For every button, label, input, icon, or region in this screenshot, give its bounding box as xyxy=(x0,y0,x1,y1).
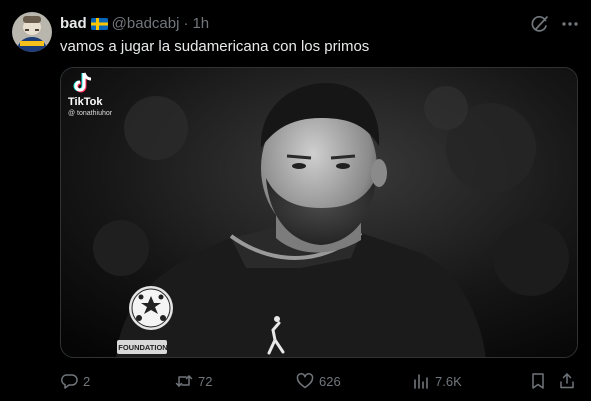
views-count: 7.6K xyxy=(435,373,462,389)
tiktok-watermark: TikTok @ tonathiuhor xyxy=(65,72,145,118)
grok-icon[interactable] xyxy=(530,14,550,34)
reply-count: 2 xyxy=(83,373,91,389)
heart-icon xyxy=(296,373,314,389)
video-media[interactable]: FOUNDATION TikTok @ tonathiuhor xyxy=(60,67,578,358)
repost-icon xyxy=(175,375,193,387)
share-button[interactable] xyxy=(558,370,576,392)
display-name[interactable]: bad xyxy=(60,15,87,32)
like-count: 626 xyxy=(319,373,341,389)
timestamp[interactable]: 1h xyxy=(192,15,209,32)
repost-count: 72 xyxy=(198,373,213,389)
share-icon xyxy=(560,373,574,389)
reply-button[interactable]: 2 xyxy=(60,370,90,392)
reply-icon xyxy=(61,374,78,389)
action-bar: 2 72 626 7.6K xyxy=(60,370,580,392)
tiktok-brand: TikTok xyxy=(68,96,103,108)
sweden-flag-icon xyxy=(90,17,108,30)
bookmark-icon xyxy=(532,373,544,389)
tweet-header: bad @badcabj · 1h xyxy=(60,13,209,33)
more-options-icon[interactable] xyxy=(560,14,580,34)
views-button[interactable]: 7.6K xyxy=(412,370,462,392)
bookmark-button[interactable] xyxy=(529,370,547,392)
foundation-patch-text: FOUNDATION xyxy=(118,343,168,352)
like-button[interactable]: 626 xyxy=(296,370,341,392)
avatar[interactable] xyxy=(12,12,52,52)
bar-chart-icon xyxy=(414,374,428,389)
separator-dot: · xyxy=(183,14,189,32)
repost-button[interactable]: 72 xyxy=(175,370,212,392)
tweet[interactable]: bad @badcabj · 1h vamos a jugar la sudam… xyxy=(0,0,591,401)
user-handle[interactable]: @badcabj xyxy=(112,15,180,32)
tiktok-username: @ tonathiuhor xyxy=(68,110,113,117)
tiktok-icon xyxy=(73,72,93,94)
tweet-text: vamos a jugar la sudamericana con los pr… xyxy=(60,38,370,55)
